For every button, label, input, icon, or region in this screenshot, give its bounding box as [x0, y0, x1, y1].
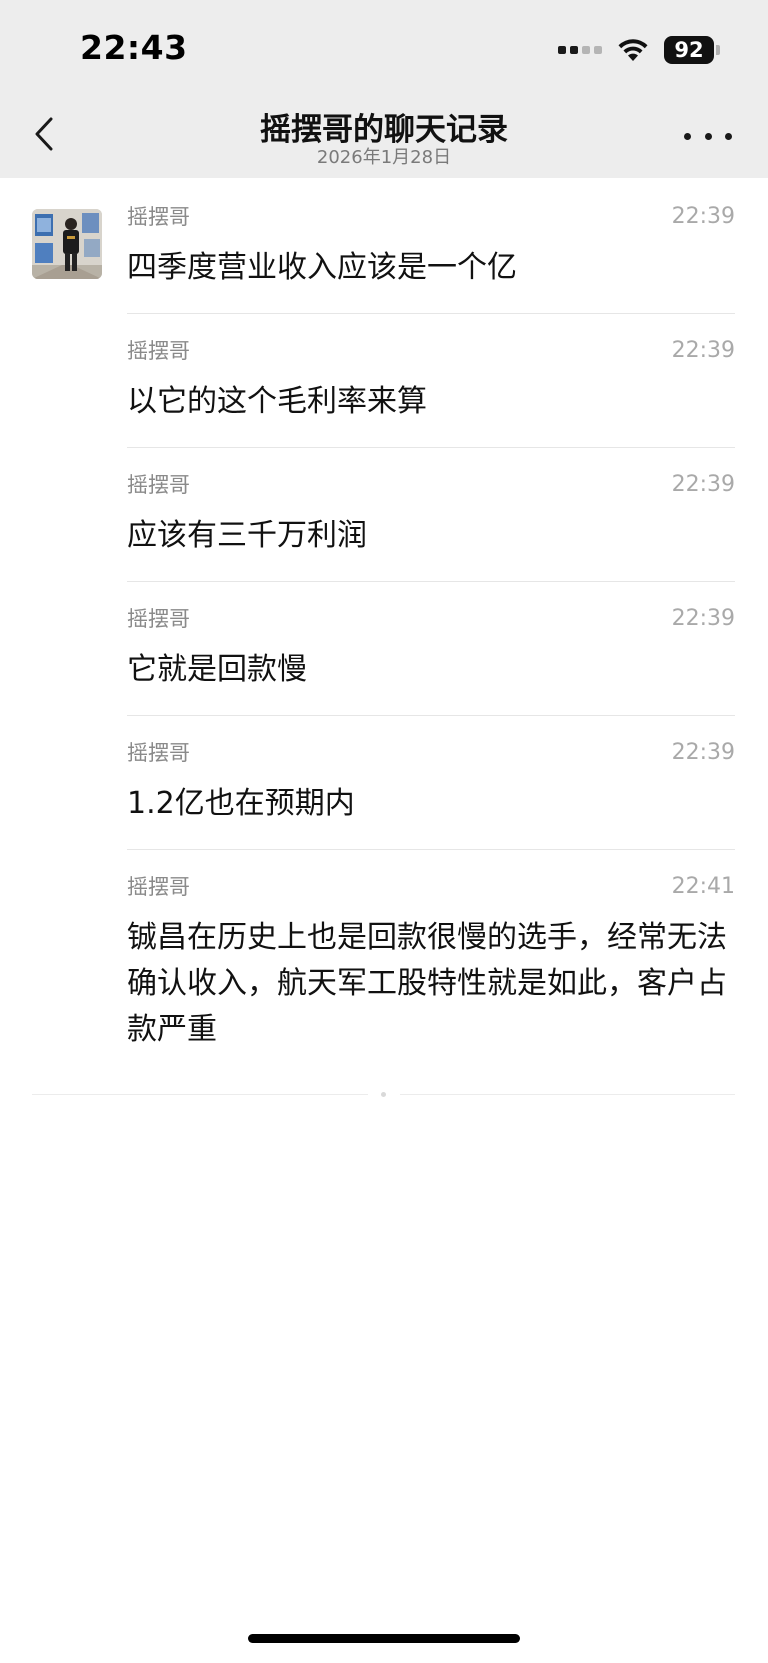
battery-level: 92	[674, 38, 704, 62]
signal-icon	[558, 46, 602, 54]
end-divider-left	[32, 1094, 368, 1095]
message-time: 22:39	[671, 606, 735, 631]
message-item[interactable]: 摇摆哥 22:39 四季度营业收入应该是一个亿	[127, 205, 735, 291]
message-item[interactable]: 摇摆哥 22:39 它就是回款慢	[127, 607, 735, 693]
message-item[interactable]: 摇摆哥 22:39 应该有三千万利润	[127, 473, 735, 559]
message-item[interactable]: 摇摆哥 22:39 1.2亿也在预期内	[127, 741, 735, 827]
more-options-button[interactable]	[684, 124, 732, 148]
message-text: 应该有三千万利润	[127, 518, 367, 553]
status-icons: 92	[558, 36, 720, 64]
message-time: 22:39	[671, 740, 735, 765]
message-time: 22:39	[671, 204, 735, 229]
message-sender: 摇摆哥	[127, 205, 190, 229]
end-divider-dot	[381, 1092, 386, 1097]
message-item[interactable]: 摇摆哥 22:39 以它的这个毛利率来算	[127, 339, 735, 425]
chat-history-page: 22:43 92 摇摆哥的聊天记录 2026年1月28日 摇摆哥 22:39 四…	[0, 0, 768, 1663]
message-divider	[127, 313, 735, 314]
message-sender: 摇摆哥	[127, 473, 190, 497]
message-text: 四季度营业收入应该是一个亿	[127, 250, 517, 285]
message-sender: 摇摆哥	[127, 339, 190, 363]
message-divider	[127, 447, 735, 448]
battery-icon: 92	[664, 36, 720, 64]
home-indicator[interactable]	[248, 1634, 520, 1643]
message-time: 22:41	[671, 874, 735, 899]
message-divider	[127, 581, 735, 582]
message-text: 以它的这个毛利率来算	[127, 384, 427, 419]
message-time: 22:39	[671, 472, 735, 497]
wifi-icon	[618, 39, 648, 61]
end-divider-right	[400, 1094, 735, 1095]
message-text: 它就是回款慢	[127, 652, 307, 687]
header: 22:43 92 摇摆哥的聊天记录 2026年1月28日	[0, 0, 768, 178]
message-divider	[127, 715, 735, 716]
message-sender: 摇摆哥	[127, 741, 190, 765]
status-time: 22:43	[80, 28, 188, 67]
message-sender: 摇摆哥	[127, 875, 190, 899]
avatar[interactable]	[32, 209, 102, 279]
page-date: 2026年1月28日	[316, 147, 452, 168]
message-text: 铖昌在历史上也是回款很慢的选手，经常无法确认收入，航天军工股特性就是如此，客户占…	[127, 920, 727, 1047]
message-time: 22:39	[671, 338, 735, 363]
message-sender: 摇摆哥	[127, 607, 190, 631]
message-divider	[127, 849, 735, 850]
message-item[interactable]: 摇摆哥 22:41 铖昌在历史上也是回款很慢的选手，经常无法确认收入，航天军工股…	[127, 875, 735, 1053]
message-text: 1.2亿也在预期内	[127, 786, 355, 821]
more-dots-icon	[684, 132, 691, 140]
